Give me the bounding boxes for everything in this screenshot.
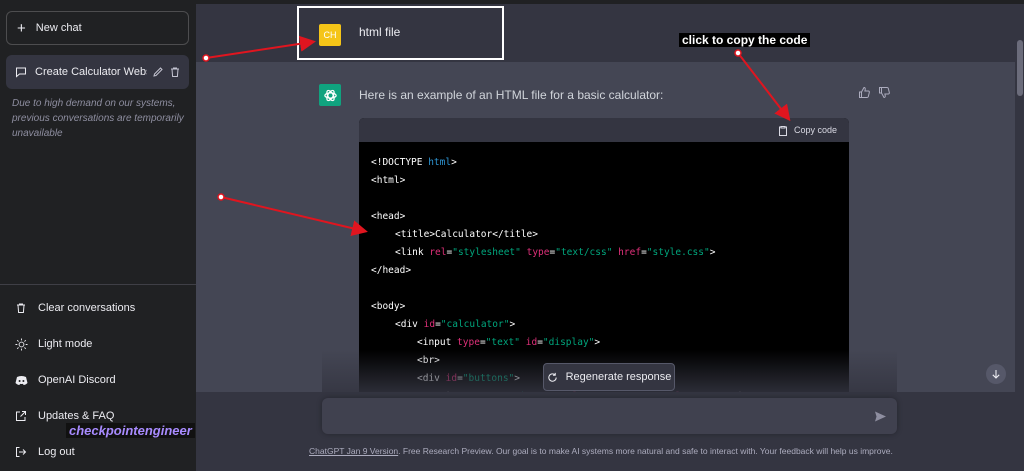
code-line: <head> [371,211,406,222]
code-line: <div id="calculator"> [395,319,516,330]
plus-icon: + [17,19,26,37]
updates-faq-link[interactable]: Updates & FAQ [14,409,114,423]
openai-discord-link[interactable]: OpenAI Discord [14,373,116,387]
copy-code-button[interactable]: Copy code [794,125,837,135]
chat-bubble-icon [16,67,26,78]
light-mode-label: Light mode [38,338,93,350]
footer-text: . Free Research Preview. Our goal is to … [398,446,893,456]
external-link-icon [14,409,28,423]
logout-icon [14,445,28,459]
conversation-title: Create Calculator Websi [35,66,147,78]
user-message: html file [359,25,401,39]
log-out-label: Log out [38,446,75,458]
thumbs-down-icon[interactable] [878,86,891,99]
copy-hint-annotation: click to copy the code [679,33,811,47]
arrow-down-icon [992,370,1000,379]
regenerate-response-label: Regenerate response [565,371,672,383]
regenerate-response-button[interactable]: Regenerate response [543,363,675,391]
openai-discord-label: OpenAI Discord [38,374,116,386]
new-chat-button[interactable]: + New chat [6,11,189,45]
code-line: </head> [371,265,412,276]
user-avatar: CH [319,24,341,46]
conversation-item[interactable]: Create Calculator Websi [6,55,189,89]
chat-input[interactable] [322,398,897,434]
light-mode-button[interactable]: Light mode [14,337,92,351]
send-icon[interactable] [874,410,887,423]
trash-icon [14,301,28,315]
scrollbar-thumb[interactable] [1017,40,1023,96]
scroll-to-bottom-button[interactable] [986,364,1006,384]
code-block-header: Copy code [359,118,849,142]
sidebar-bottom-divider [0,284,196,285]
new-chat-label: New chat [35,22,82,34]
clear-conversations-label: Clear conversations [38,302,136,314]
watermark: checkpointengineer [66,423,195,438]
assistant-message: Here is an example of an HTML file for a… [359,88,664,102]
edit-icon[interactable] [152,66,164,78]
availability-notice: Due to high demand on our systems, previ… [12,98,184,139]
refresh-icon [547,372,557,382]
updates-faq-label: Updates & FAQ [38,410,115,422]
clear-conversations-button[interactable]: Clear conversations [14,301,135,315]
sun-icon [14,337,28,351]
footer-disclaimer: ChatGPT Jan 9 Version. Free Research Pre… [309,446,893,456]
log-out-button[interactable]: Log out [14,445,75,459]
clipboard-icon[interactable] [778,125,788,136]
code-line: <body> [371,301,406,312]
openai-logo-icon [319,84,341,106]
sidebar: + New chat Create Calculator Websi Due t… [0,4,196,471]
discord-icon [14,373,28,387]
thumbs-up-icon[interactable] [858,86,871,99]
code-line: <title>Calculator</title> [395,229,538,240]
code-line: <!DOCTYPE html> [371,157,457,168]
code-line: <html> [371,175,406,186]
trash-icon[interactable] [169,66,181,78]
code-line: <link rel="stylesheet" type="text/css" h… [395,247,716,258]
version-link[interactable]: ChatGPT Jan 9 Version [309,446,398,456]
top-bar [0,0,1024,4]
